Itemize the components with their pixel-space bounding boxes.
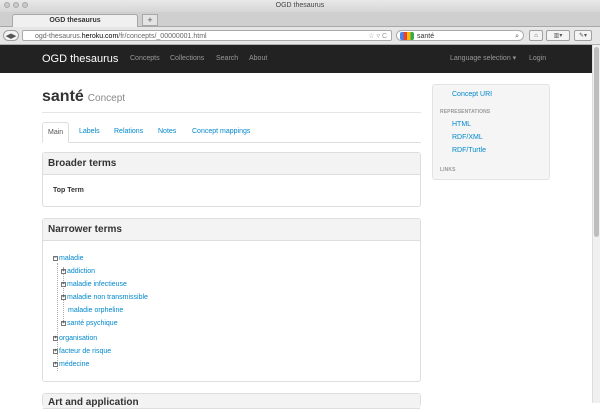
tree-node-label[interactable]: organisation (59, 335, 97, 342)
google-icon[interactable] (400, 32, 414, 40)
next-panel-heading: Art and application (43, 394, 420, 409)
tab-notes[interactable]: Notes (158, 122, 176, 142)
tree-node-label[interactable]: maladie infectieuse (67, 281, 127, 288)
site-navbar: OGD thesaurus Concepts Collections Searc… (0, 45, 592, 73)
bookmark-star-icon[interactable]: ☆ ▿ C (368, 31, 387, 42)
concept-subtitle: Concept (87, 93, 126, 104)
concept-uri-link[interactable]: Concept URI (452, 91, 492, 98)
search-input[interactable]: santé ⌕ (396, 30, 524, 41)
expand-icon[interactable]: + (61, 294, 66, 300)
sidebar-toggle-icon[interactable]: ▥▾ (546, 30, 570, 41)
tree-node-sante-psychique[interactable]: + santé psychique (61, 320, 118, 327)
tree-node-medecine[interactable]: + médecine (53, 361, 89, 368)
tree-node-label[interactable]: santé psychique (67, 320, 118, 327)
window-title: OGD thesaurus (275, 2, 325, 9)
search-value: santé (417, 33, 435, 40)
concept-sidebar: Concept URI REPRESENTATIONS HTML RDF/XML… (432, 84, 550, 180)
expand-icon[interactable]: + (61, 268, 66, 274)
language-selection-label: Language selection (450, 55, 511, 62)
tab-bar: OGD thesaurus + (0, 12, 600, 27)
tab-relations[interactable]: Relations (114, 122, 143, 142)
expand-icon[interactable]: + (61, 281, 66, 287)
language-selection-dropdown[interactable]: Language selection ▾ (450, 45, 516, 73)
tree-node-maladie-orpheline[interactable]: maladie orpheline (68, 307, 123, 314)
window-titlebar: OGD thesaurus (0, 0, 600, 12)
nav-search[interactable]: Search (216, 45, 238, 73)
page-scrollbar[interactable] (592, 45, 600, 403)
zoom-window-icon[interactable] (22, 2, 28, 8)
login-link[interactable]: Login (529, 45, 546, 73)
concept-title: santé (42, 88, 84, 105)
tree-node-label[interactable]: maladie orpheline (68, 307, 123, 314)
nav-concepts[interactable]: Concepts (130, 45, 160, 73)
expand-icon[interactable]: + (53, 348, 58, 354)
representations-heading: REPRESENTATIONS (440, 109, 491, 115)
rdf-xml-link[interactable]: RDF/XML (452, 134, 483, 141)
close-window-icon[interactable] (4, 2, 10, 8)
collapse-icon[interactable]: − (53, 255, 58, 261)
rdf-turtle-link[interactable]: RDF/Turtle (452, 147, 486, 154)
expand-icon[interactable]: + (53, 361, 58, 367)
links-heading: LINKS (440, 167, 456, 173)
broader-terms-heading: Broader terms (43, 153, 420, 175)
nav-about[interactable]: About (249, 45, 267, 73)
nav-collections[interactable]: Collections (170, 45, 204, 73)
html-link[interactable]: HTML (452, 121, 471, 128)
next-panel: Art and application (42, 393, 421, 409)
scrollbar-thumb[interactable] (594, 47, 599, 237)
address-bar[interactable]: ogd-thesaurus.heroku.com/fr/concepts/_00… (22, 30, 392, 41)
tree-node-addiction[interactable]: + addiction (61, 268, 95, 275)
url-path: /fr/concepts/_00000001.html (118, 33, 207, 40)
browser-tab[interactable]: OGD thesaurus (12, 14, 138, 27)
extensions-icon[interactable]: ✎▾ (574, 30, 592, 41)
tree-node-organisation[interactable]: + organisation (53, 335, 97, 342)
title-divider (42, 112, 421, 113)
tree-node-maladie-non-transmissible[interactable]: + maladie non transmissible (61, 294, 148, 301)
top-term-label: Top Term (53, 187, 84, 194)
new-tab-button[interactable]: + (142, 14, 158, 26)
page-title: santé Concept (42, 88, 125, 106)
brand-link[interactable]: OGD thesaurus (42, 45, 118, 73)
narrower-terms-panel: Narrower terms − maladie + addiction + mala… (42, 218, 421, 382)
broader-terms-panel: Broader terms Top Term (42, 152, 421, 207)
window-controls[interactable] (4, 2, 28, 8)
browser-toolbar: ◀▶ ogd-thesaurus.heroku.com/fr/concepts/… (0, 27, 600, 45)
tree-node-label[interactable]: maladie non transmissible (67, 294, 148, 301)
minimize-window-icon[interactable] (13, 2, 19, 8)
url-prefix: ogd-thesaurus. (35, 33, 82, 40)
tree-node-label[interactable]: médecine (59, 361, 89, 368)
expand-icon[interactable]: + (53, 335, 58, 341)
tree-node-label[interactable]: maladie (59, 255, 84, 262)
expand-icon[interactable]: + (61, 320, 66, 326)
url-host: heroku.com (81, 33, 119, 40)
back-forward-button[interactable]: ◀▶ (3, 30, 19, 41)
tree-node-label[interactable]: facteur de risque (59, 348, 111, 355)
tree-node-facteur-de-risque[interactable]: + facteur de risque (53, 348, 111, 355)
search-icon[interactable]: ⌕ (515, 31, 519, 42)
tab-concept-mappings[interactable]: Concept mappings (192, 122, 250, 142)
caret-down-icon: ▾ (512, 55, 517, 62)
tree-node-maladie[interactable]: − maladie (53, 255, 84, 262)
tree-node-label[interactable]: addiction (67, 268, 95, 275)
tab-labels[interactable]: Labels (79, 122, 100, 142)
concept-tabs: Main Labels Relations Notes Concept mapp… (42, 122, 421, 143)
tree-node-maladie-infectieuse[interactable]: + maladie infectieuse (61, 281, 127, 288)
narrower-terms-heading: Narrower terms (43, 219, 420, 241)
tab-main[interactable]: Main (42, 122, 70, 143)
home-icon[interactable]: ⌂ (529, 30, 543, 41)
